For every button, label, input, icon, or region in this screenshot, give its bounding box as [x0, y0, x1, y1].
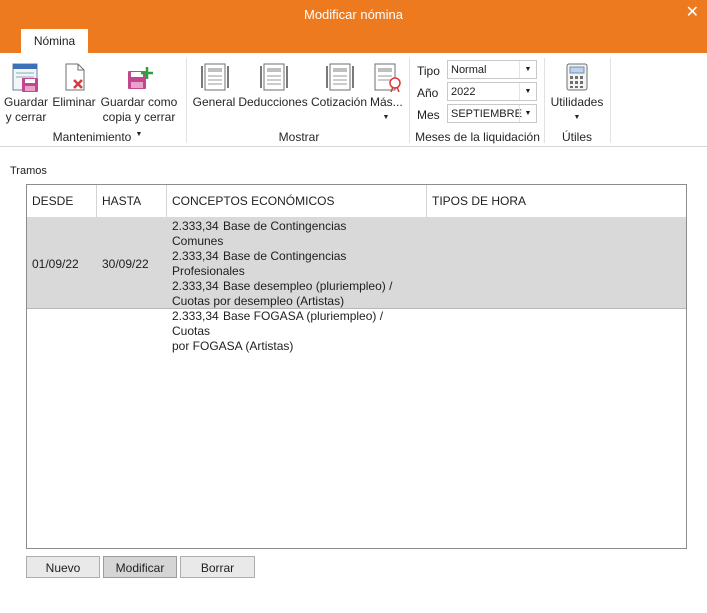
- mas-label: Más...: [370, 95, 403, 109]
- chevron-down-icon: ▼: [382, 114, 390, 121]
- group-mantenimiento: Mantenimiento: [52, 130, 132, 144]
- column-desde[interactable]: DESDE: [27, 185, 97, 217]
- mes-label: Mes: [417, 108, 440, 122]
- cotizacion-button[interactable]: Cotización: [310, 61, 368, 110]
- chevron-down-icon[interactable]: ▼: [519, 83, 536, 100]
- separator: [544, 58, 545, 143]
- anio-value: 2022: [451, 86, 476, 98]
- nuevo-button[interactable]: Nuevo: [26, 556, 100, 578]
- general-label: General: [192, 95, 236, 109]
- chevron-down-icon: ▼: [573, 114, 581, 121]
- cotizacion-doc-icon: [326, 63, 354, 91]
- ribbon: Guardar y cerrar Eliminar Guardar como c…: [0, 53, 707, 147]
- general-button[interactable]: General: [192, 61, 236, 110]
- concepto-line: 2.333,34 Base de Contingencias Profesiona…: [172, 249, 347, 278]
- borrar-button[interactable]: Borrar: [180, 556, 255, 578]
- utilidades-label: Utilidades: [550, 95, 604, 109]
- tramos-label: Tramos: [10, 165, 47, 177]
- cell-hasta: 30/09/22: [102, 257, 149, 271]
- group-utiles: Útiles: [561, 130, 592, 144]
- close-icon[interactable]: ✕: [686, 2, 699, 22]
- tipo-label: Tipo: [417, 64, 440, 78]
- tab-nomina[interactable]: Nómina: [21, 29, 88, 53]
- grid-header: DESDE HASTA CONCEPTOS ECONÓMICOS TIPOS D…: [27, 185, 686, 218]
- mas-button[interactable]: Más... ▼: [370, 61, 403, 125]
- column-tipos-hora[interactable]: TIPOS DE HORA: [427, 185, 686, 217]
- save-close-label-2: y cerrar: [5, 110, 47, 124]
- group-meses: Meses de la liquidación: [415, 130, 540, 144]
- cotizacion-label: Cotización: [310, 95, 368, 109]
- concepto-line: 2.333,34 Base de Contingencias Comunes: [172, 219, 347, 248]
- concepto-line: 2.333,34 Base desempleo (pluriempleo) /: [172, 279, 393, 293]
- deducciones-label: Deducciones: [238, 95, 308, 109]
- delete-button[interactable]: Eliminar: [51, 61, 97, 110]
- chevron-down-icon[interactable]: ▼: [519, 61, 536, 78]
- tipo-value: Normal: [451, 64, 487, 76]
- save-close-icon: [12, 63, 38, 92]
- anio-select[interactable]: 2022 ▼: [447, 82, 537, 101]
- tipo-select[interactable]: Normal ▼: [447, 60, 537, 79]
- mas-doc-icon: [374, 63, 401, 93]
- table-row[interactable]: 01/09/22 30/09/22 2.333,34 Base de Contin…: [27, 217, 686, 353]
- window-title: Modificar nómina: [304, 7, 403, 22]
- chevron-down-icon[interactable]: ▼: [519, 105, 536, 122]
- deducciones-button[interactable]: Deducciones: [238, 61, 308, 110]
- concepto-line-cont: por FOGASA (Artistas): [172, 339, 294, 353]
- concepto-line: 2.333,34 Base FOGASA (pluriempleo) / Cuot…: [172, 309, 384, 338]
- concepto-line-cont: Cuotas por desempleo (Artistas): [172, 294, 345, 308]
- save-copy-icon: [128, 67, 153, 89]
- separator: [610, 58, 611, 143]
- group-mostrar: Mostrar: [278, 130, 320, 144]
- separator: [409, 58, 410, 143]
- modificar-button[interactable]: Modificar: [103, 556, 177, 578]
- mes-value: SEPTIEMBRE: [451, 108, 522, 120]
- delete-document-icon: [65, 63, 85, 91]
- general-doc-icon: [201, 63, 229, 91]
- tramos-grid[interactable]: DESDE HASTA CONCEPTOS ECONÓMICOS TIPOS D…: [26, 184, 687, 549]
- save-and-close-button[interactable]: Guardar y cerrar: [3, 61, 49, 125]
- save-close-label-1: Guardar: [3, 95, 49, 109]
- title-bar: Modificar nómina ✕ Nómina: [0, 0, 707, 53]
- cell-conceptos: 2.333,34 Base de Contingencias Comunes 2.…: [172, 219, 400, 354]
- column-conceptos[interactable]: CONCEPTOS ECONÓMICOS: [167, 185, 427, 217]
- cell-desde: 01/09/22: [32, 257, 79, 271]
- column-hasta[interactable]: HASTA: [97, 185, 167, 217]
- utilidades-button[interactable]: Utilidades ▼: [549, 61, 605, 125]
- anio-label: Año: [417, 86, 439, 100]
- mes-select[interactable]: SEPTIEMBRE ▼: [447, 104, 537, 123]
- save-copy-label-1: Guardar como: [100, 95, 178, 109]
- deducciones-doc-icon: [260, 63, 288, 91]
- calculator-icon: [566, 63, 588, 91]
- separator: [186, 58, 187, 143]
- delete-label: Eliminar: [52, 95, 96, 109]
